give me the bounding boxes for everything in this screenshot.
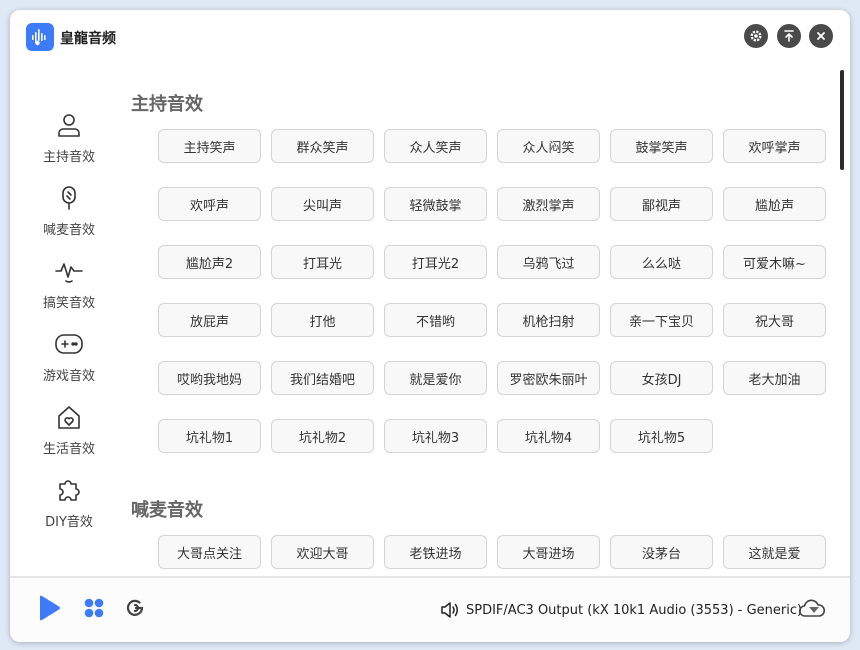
sidebar-item-label: DIY音效 xyxy=(45,515,93,530)
cloud-icon xyxy=(798,599,826,617)
sfx-button[interactable]: 我们结婚吧 xyxy=(271,361,374,395)
pin-top-icon xyxy=(784,30,794,42)
sfx-button[interactable]: 轻微鼓掌 xyxy=(384,187,487,221)
sfx-button[interactable]: 可爱木嘛~ xyxy=(723,245,826,279)
sfx-button[interactable]: 主持笑声 xyxy=(158,129,261,163)
title-bar: 皇龍音频 xyxy=(10,10,850,66)
sidebar-item-label: 生活音效 xyxy=(42,442,95,457)
sidebar-item-shout[interactable]: 喊麦音效 xyxy=(10,183,128,245)
settings-button[interactable] xyxy=(744,24,768,48)
speaker-icon xyxy=(441,602,458,618)
sfx-button[interactable]: 亲一下宝贝 xyxy=(610,303,713,337)
sfx-button[interactable]: 鼓掌笑声 xyxy=(610,129,713,163)
sfx-button[interactable]: 大哥进场 xyxy=(497,535,600,569)
sfx-button[interactable]: 没茅台 xyxy=(610,535,713,569)
gamepad-icon xyxy=(54,329,84,359)
sfx-button[interactable]: 群众笑声 xyxy=(271,129,374,163)
sfx-button[interactable]: 众人闷笑 xyxy=(497,129,600,163)
sidebar-item-life[interactable]: 生活音效 xyxy=(10,402,128,464)
pin-top-button[interactable] xyxy=(777,24,801,48)
sfx-button[interactable]: 祝大哥 xyxy=(723,303,826,337)
sfx-button[interactable]: 老铁进场 xyxy=(384,535,487,569)
sfx-button[interactable]: 尖叫声 xyxy=(271,187,374,221)
sfx-button[interactable]: 打耳光 xyxy=(271,245,374,279)
sfx-button[interactable]: 打他 xyxy=(271,303,374,337)
app-title: 皇龍音频 xyxy=(60,31,116,47)
puzzle-icon xyxy=(54,475,84,505)
sfx-button[interactable]: 欢迎大哥 xyxy=(271,535,374,569)
section-title-shout: 喊麦音效 xyxy=(131,500,203,521)
sfx-button[interactable]: 这就是爱 xyxy=(723,535,826,569)
sfx-button[interactable]: 尴尬声 xyxy=(723,187,826,221)
sfx-button[interactable]: 众人笑声 xyxy=(384,129,487,163)
sidebar-item-funny[interactable]: 搞笑音效 xyxy=(10,256,128,318)
section-title-host: 主持音效 xyxy=(131,94,203,115)
sidebar-item-host[interactable]: 主持音效 xyxy=(10,110,128,172)
apps-button[interactable] xyxy=(83,597,105,623)
sidebar-item-diy[interactable]: DIY音效 xyxy=(10,475,128,537)
sfx-button[interactable]: 老大加油 xyxy=(723,361,826,395)
sfx-button[interactable]: 不错哟 xyxy=(384,303,487,337)
audio-device-select[interactable]: SPDIF/AC3 Output (kX 10k1 Audio (3553) -… xyxy=(440,598,820,622)
grid-icon xyxy=(84,598,104,618)
refresh-icon xyxy=(126,599,144,616)
sfx-button[interactable]: 就是爱你 xyxy=(384,361,487,395)
sfx-button[interactable]: 罗密欧朱丽叶 xyxy=(497,361,600,395)
scrollbar[interactable] xyxy=(839,66,845,576)
refresh-button[interactable] xyxy=(125,598,145,622)
cloud-button[interactable] xyxy=(798,597,826,623)
sidebar-item-label: 游戏音效 xyxy=(42,369,95,384)
user-icon xyxy=(54,110,84,140)
sfx-button[interactable]: 女孩DJ xyxy=(610,361,713,395)
sidebar-item-game[interactable]: 游戏音效 xyxy=(10,329,128,391)
sfx-button[interactable]: 坑礼物1 xyxy=(158,419,261,453)
sfx-button[interactable]: 欢呼掌声 xyxy=(723,129,826,163)
sfx-button[interactable]: 打耳光2 xyxy=(384,245,487,279)
sfx-button[interactable]: 激烈掌声 xyxy=(497,187,600,221)
sfx-content: 主持音效 主持笑声 群众笑声 众人笑声 众人闷笑 鼓掌笑声 欢呼掌声欢呼声 尖叫声 轻微鼓掌激… xyxy=(128,66,840,570)
sfx-button[interactable]: 乌鸦飞过 xyxy=(497,245,600,279)
play-icon xyxy=(40,595,60,621)
sfx-button[interactable]: 机枪扫射 xyxy=(497,303,600,337)
waveform-icon xyxy=(54,256,84,286)
sidebar-item-label: 搞笑音效 xyxy=(42,296,95,311)
app-window: 皇龍音频 主持音效 喊麦音效 搞笑音效 游戏音效 生活音效 DIY音效 主持音效… xyxy=(10,10,850,642)
sfx-button[interactable]: 哎哟我地妈 xyxy=(158,361,261,395)
sfx-button[interactable]: 鄙视声 xyxy=(610,187,713,221)
app-logo-icon xyxy=(26,23,54,51)
bottom-bar: SPDIF/AC3 Output (kX 10k1 Audio (3553) -… xyxy=(10,576,850,642)
sfx-button[interactable]: 欢呼声 xyxy=(158,187,261,221)
sfx-button[interactable]: 坑礼物4 xyxy=(497,419,600,453)
audio-device-label: SPDIF/AC3 Output (kX 10k1 Audio (3553) -… xyxy=(466,602,803,618)
sfx-button[interactable]: 放屁声 xyxy=(158,303,261,337)
microphone-icon xyxy=(54,183,84,213)
sfx-button[interactable]: 么么哒 xyxy=(610,245,713,279)
play-button[interactable] xyxy=(36,594,62,626)
sfx-button[interactable]: 大哥点关注 xyxy=(158,535,261,569)
sfx-button[interactable]: 坑礼物3 xyxy=(384,419,487,453)
sidebar-item-label: 主持音效 xyxy=(42,150,95,165)
sfx-button[interactable]: 坑礼物5 xyxy=(610,419,713,453)
sfx-button[interactable]: 尴尬声2 xyxy=(158,245,261,279)
sfx-button[interactable]: 坑礼物2 xyxy=(271,419,374,453)
close-icon xyxy=(817,32,825,40)
close-button[interactable] xyxy=(809,24,833,48)
sidebar-item-label: 喊麦音效 xyxy=(42,223,95,238)
home-heart-icon xyxy=(54,402,84,432)
scrollbar-thumb[interactable] xyxy=(840,70,844,170)
gear-icon xyxy=(750,30,762,42)
